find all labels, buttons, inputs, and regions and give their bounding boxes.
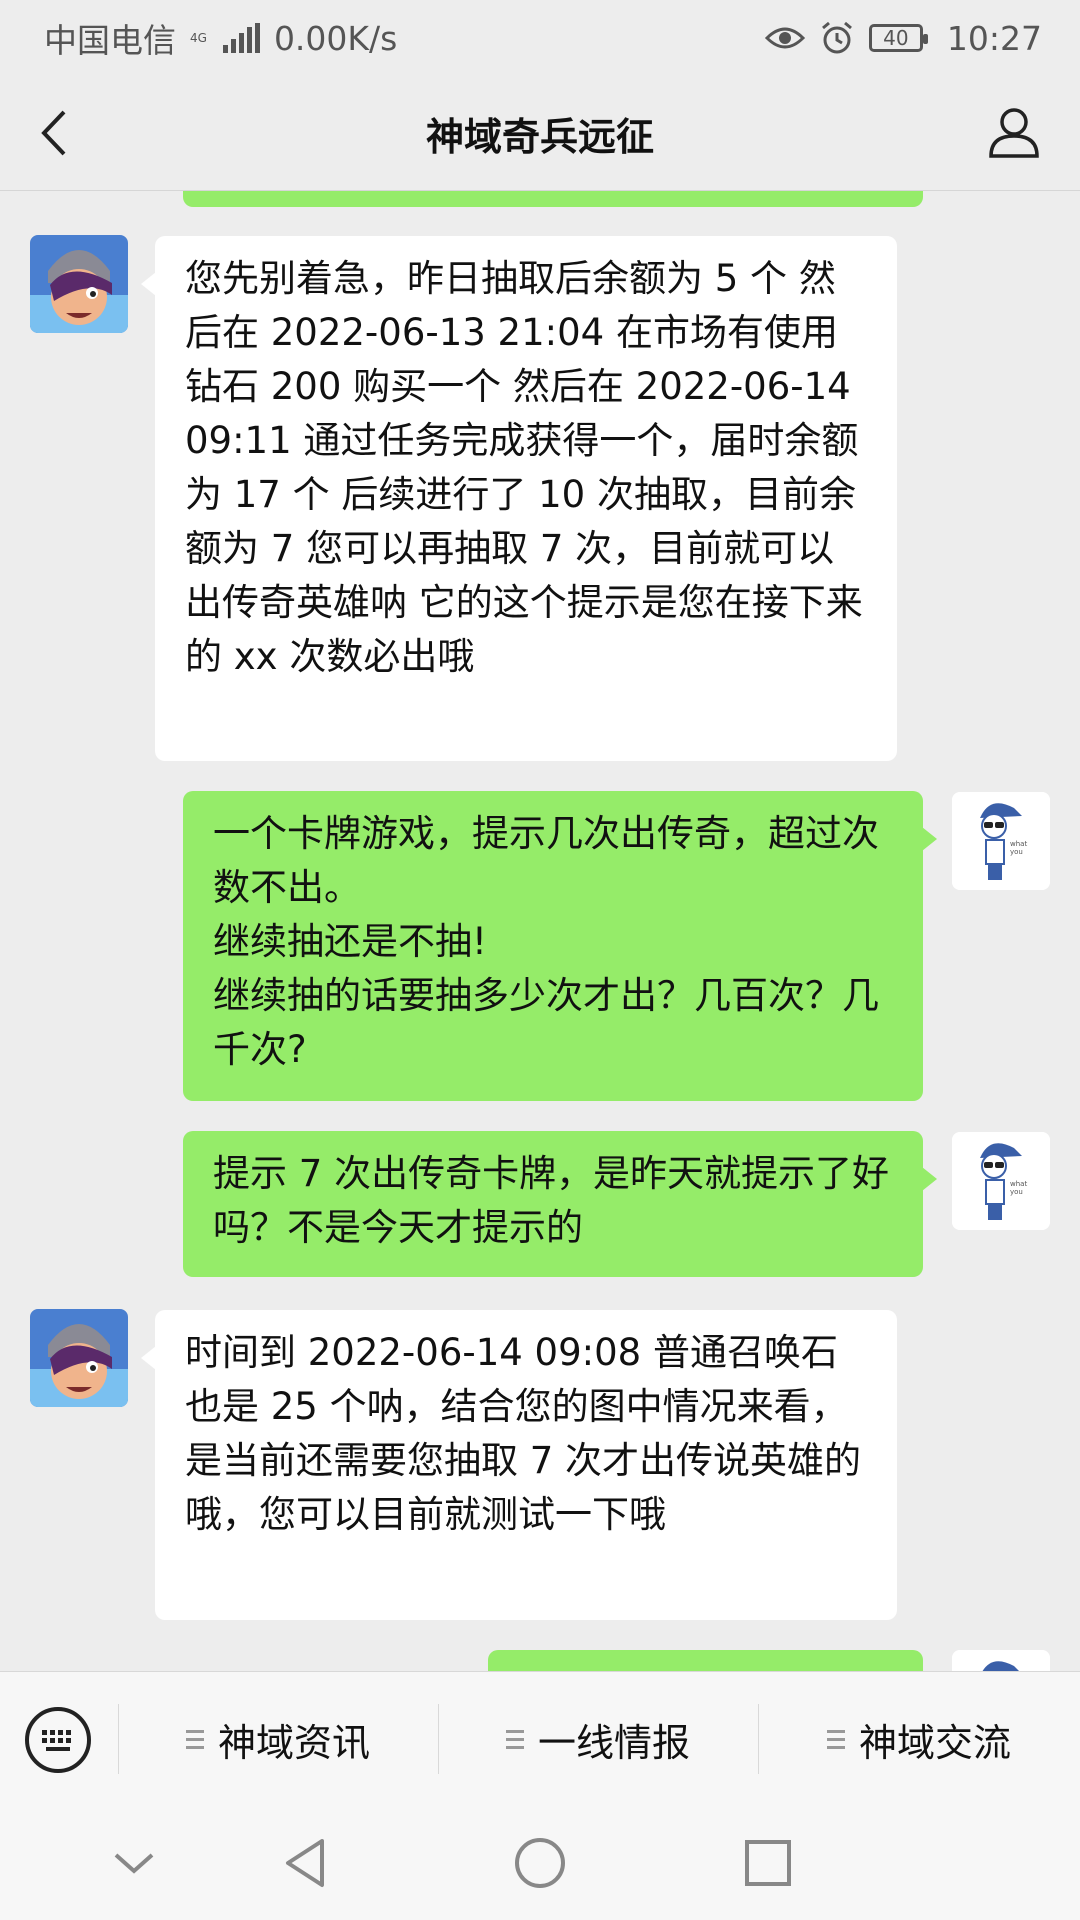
- service-avatar[interactable]: [30, 1309, 128, 1407]
- system-nav-bar: [0, 1805, 1080, 1920]
- menu-list-icon: [505, 1729, 524, 1749]
- message-bubble-outgoing: 一个卡牌游戏，提示几次出传奇，超过次数不出。 继续抽还是不抽! 继续抽的话要抽多…: [183, 791, 937, 1101]
- menu-item-label: 神域资讯: [217, 1720, 370, 1765]
- keyboard-icon[interactable]: [24, 1706, 92, 1774]
- chevron-down-icon[interactable]: [104, 1833, 164, 1893]
- bottom-menu-bar: 神域资讯 一线情报 神域交流: [0, 1671, 1080, 1806]
- menu-item-label: 神域交流: [858, 1720, 1011, 1765]
- menu-item-label: 一线情报: [537, 1720, 690, 1765]
- message-bubble-incoming: 您先别着急，昨日抽取后余额为 5 个 然后在 2022-06-13 21:04 …: [141, 236, 897, 761]
- menu-item-news[interactable]: 神域资讯: [118, 1672, 438, 1806]
- svg-text:what: what: [1010, 840, 1027, 848]
- user-avatar[interactable]: [952, 1650, 1050, 1671]
- clock: 10:27: [946, 18, 1042, 58]
- menu-item-intel[interactable]: 一线情报: [438, 1672, 758, 1806]
- sketch-boy-avatar-icon: what you: [952, 1132, 1050, 1230]
- menu-item-community[interactable]: 神域交流: [758, 1672, 1080, 1806]
- title-bar: 神域奇兵远征: [0, 76, 1080, 191]
- eye-icon: [764, 27, 805, 49]
- battery-level: 40: [883, 26, 909, 50]
- status-left: 中国电信 4G 0.00K/s: [44, 14, 397, 62]
- message-bubble-partial: [183, 191, 923, 207]
- svg-text:you: you: [1010, 848, 1023, 856]
- chat-area[interactable]: 您先别着急，昨日抽取后余额为 5 个 然后在 2022-06-13 21:04 …: [0, 191, 1080, 1671]
- signal-icon: [222, 23, 260, 53]
- back-arrow-icon[interactable]: [34, 106, 84, 160]
- message-bubble-partial: [488, 1650, 923, 1671]
- user-avatar[interactable]: what you: [952, 792, 1050, 890]
- status-right: 40 10:27: [764, 18, 1042, 58]
- user-profile-icon[interactable]: [986, 104, 1042, 160]
- network-type: 4G: [190, 31, 207, 45]
- carrier-name: 中国电信: [44, 21, 176, 60]
- warrior-avatar-icon: [30, 1309, 128, 1407]
- alarm-icon: [821, 21, 852, 54]
- menu-list-icon: [826, 1729, 845, 1749]
- recents-square-icon[interactable]: [738, 1833, 798, 1893]
- home-circle-icon[interactable]: [510, 1833, 570, 1893]
- message-bubble-outgoing: 提示 7 次出传奇卡牌，是昨天就提示了好吗？不是今天才提示的: [183, 1131, 937, 1277]
- service-avatar[interactable]: [30, 235, 128, 333]
- sketch-boy-avatar-icon: [952, 1650, 1050, 1671]
- warrior-avatar-icon: [30, 235, 128, 333]
- sketch-boy-avatar-icon: what you: [952, 792, 1050, 890]
- svg-text:you: you: [1010, 1188, 1023, 1196]
- page-title: 神域奇兵远征: [425, 114, 654, 159]
- network-speed: 0.00K/s: [273, 18, 398, 58]
- battery-icon: 40: [868, 24, 928, 52]
- menu-list-icon: [185, 1729, 204, 1749]
- message-bubble-incoming: 时间到 2022-06-14 09:08 普通召唤石也是 25 个呐，结合您的图…: [141, 1310, 897, 1620]
- user-avatar[interactable]: what you: [952, 1132, 1050, 1230]
- status-bar: 中国电信 4G 0.00K/s 40 10:27: [0, 0, 1080, 76]
- svg-text:what: what: [1010, 1180, 1027, 1188]
- back-triangle-icon[interactable]: [276, 1833, 336, 1893]
